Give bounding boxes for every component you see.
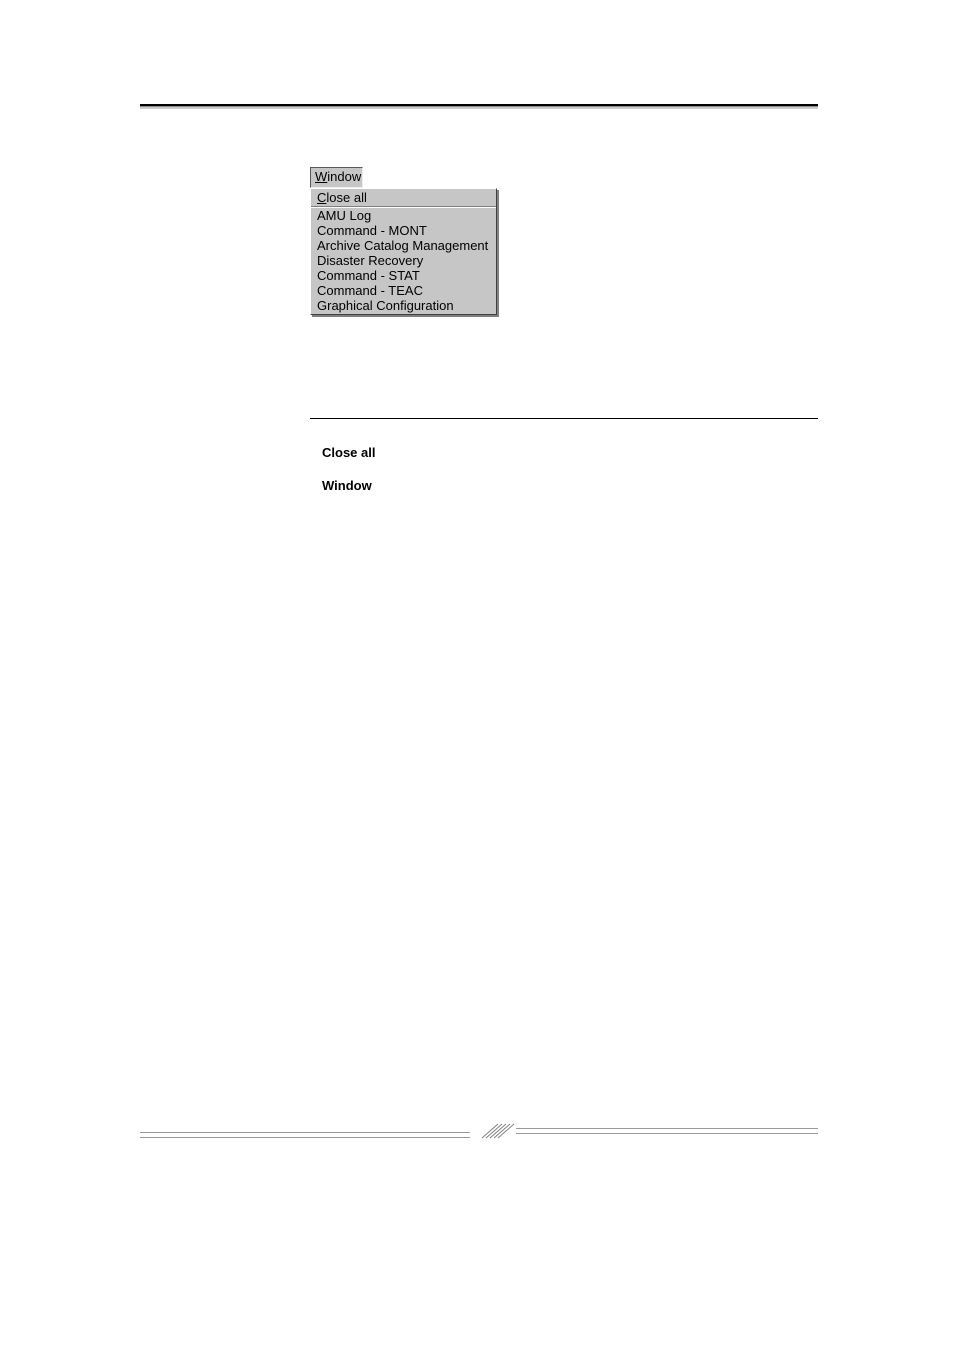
menu-item-text: lose all [326,190,366,205]
section-divider [310,418,818,419]
label-close-all: Close all [322,445,375,460]
menu-item-command-teac[interactable]: Command - TEAC [311,283,496,298]
page: Window Close all AMU Log Command - MONT … [0,0,954,1351]
menu-item-text: Disaster Recovery [317,253,423,268]
menu-item-mnemonic: C [317,190,326,205]
menu-item-close-all[interactable]: Close all [311,190,496,207]
footer-rule-right [516,1128,818,1134]
menu-dropdown: Close all AMU Log Command - MONT Archive… [310,188,497,315]
menu-item-archive-catalog[interactable]: Archive Catalog Management [311,238,496,253]
footer-rule-left [140,1132,470,1138]
menu-item-text: Archive Catalog Management [317,238,488,253]
menu-item-text: Command - TEAC [317,283,423,298]
menu-title-window[interactable]: Window [310,167,363,188]
menu-title-mnemonic: W [315,169,327,184]
menu-item-text: Command - STAT [317,268,420,283]
menu-item-graphical-config[interactable]: Graphical Configuration [311,298,496,313]
menu-title-text: indow [327,169,361,184]
window-menu: Window Close all AMU Log Command - MONT … [310,167,497,315]
menu-item-text: AMU Log [317,208,371,223]
menu-item-text: Graphical Configuration [317,298,454,313]
footer-rule-group [140,1128,818,1138]
menu-item-command-mont[interactable]: Command - MONT [311,223,496,238]
footer-feather-icon [480,1122,516,1140]
menu-item-text: Command - MONT [317,223,427,238]
top-horizontal-rule [140,104,818,107]
menu-item-command-stat[interactable]: Command - STAT [311,268,496,283]
menu-item-amu-log[interactable]: AMU Log [311,208,496,223]
label-window: Window [322,478,372,493]
menu-item-disaster-recovery[interactable]: Disaster Recovery [311,253,496,268]
